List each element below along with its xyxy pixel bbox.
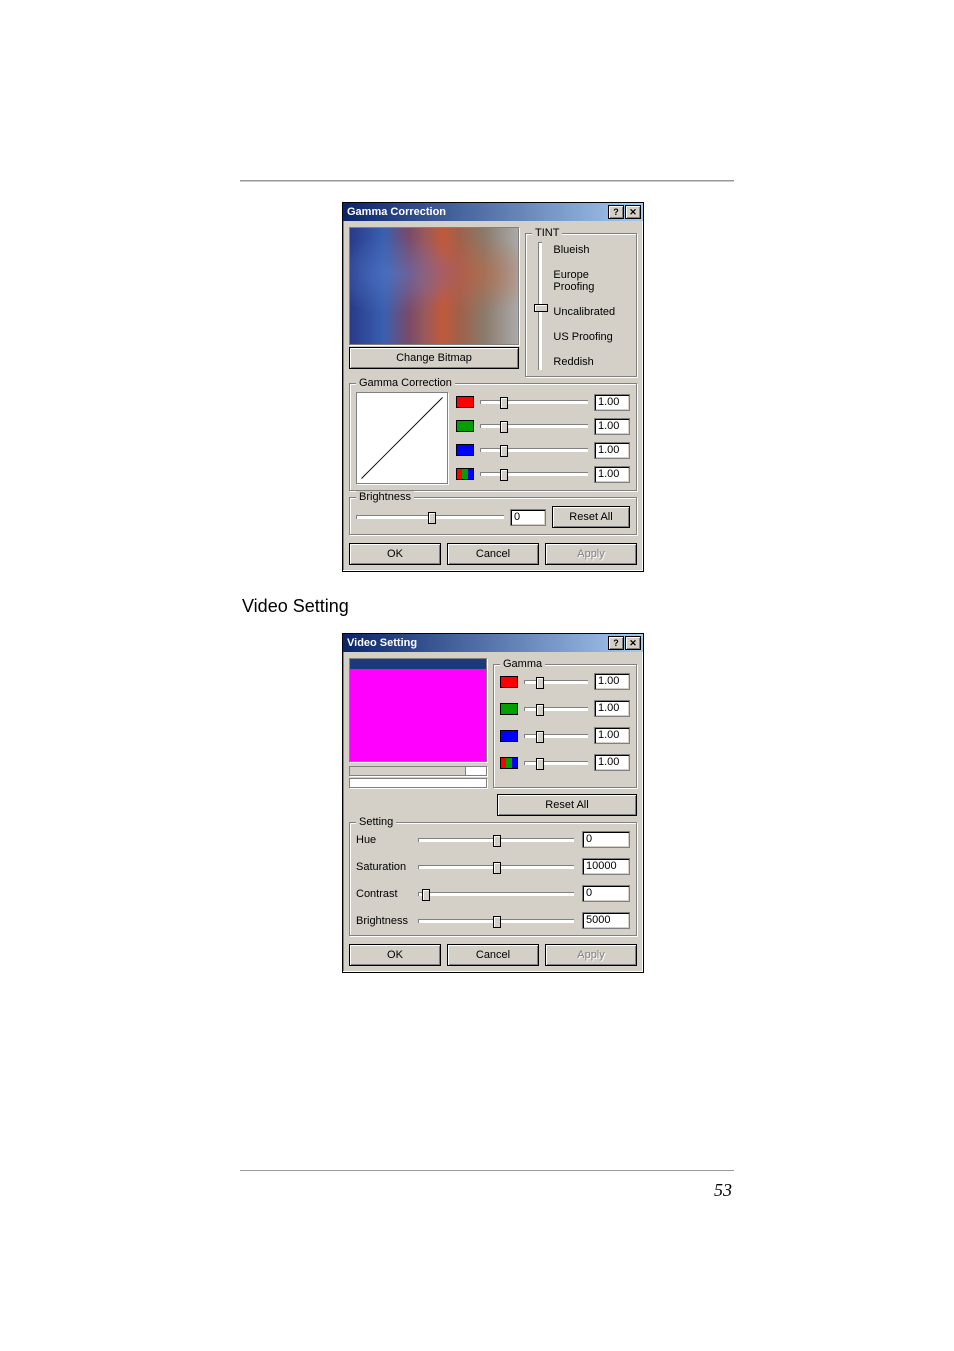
- cancel-button[interactable]: Cancel: [447, 944, 539, 966]
- brightness-value[interactable]: 0: [510, 509, 546, 526]
- bitmap-preview: [349, 227, 519, 345]
- page-divider-top: [240, 180, 734, 182]
- cancel-button[interactable]: Cancel: [447, 543, 539, 565]
- dialog-title: Video Setting: [347, 637, 417, 649]
- green-swatch: [456, 420, 474, 432]
- ok-button[interactable]: OK: [349, 944, 441, 966]
- gamma-correction-dialog: Gamma Correction ? ✕ Change Bitmap TINT: [342, 202, 644, 572]
- tint-option: Reddish: [553, 356, 630, 368]
- all-gamma-slider[interactable]: [524, 755, 588, 771]
- all-gamma-value[interactable]: 1.00: [594, 754, 630, 771]
- apply-button[interactable]: Apply: [545, 944, 637, 966]
- change-bitmap-button[interactable]: Change Bitmap: [349, 347, 519, 369]
- red-gamma-slider[interactable]: [480, 394, 588, 410]
- progress-bar[interactable]: [349, 766, 487, 776]
- dialog-title: Gamma Correction: [347, 206, 446, 218]
- contrast-value[interactable]: 0: [582, 885, 630, 902]
- tint-option: Uncalibrated: [553, 306, 630, 318]
- reset-all-button[interactable]: Reset All: [497, 794, 637, 816]
- blue-swatch: [456, 444, 474, 456]
- gamma-correction-group: Gamma Correction 1.00: [349, 383, 637, 491]
- red-gamma-value[interactable]: 1.00: [594, 394, 630, 411]
- apply-button[interactable]: Apply: [545, 543, 637, 565]
- brightness-value[interactable]: 5000: [582, 912, 630, 929]
- green-gamma-slider[interactable]: [480, 418, 588, 434]
- hue-label: Hue: [356, 834, 410, 846]
- blue-gamma-slider[interactable]: [524, 728, 588, 744]
- contrast-label: Contrast: [356, 888, 410, 900]
- all-gamma-slider[interactable]: [480, 466, 588, 482]
- titlebar[interactable]: Video Setting ? ✕: [343, 634, 643, 652]
- rgb-swatch: [500, 757, 518, 769]
- brightness-group: Brightness 0 Reset All: [349, 497, 637, 535]
- blue-swatch: [500, 730, 518, 742]
- tint-option: Europe Proofing: [553, 269, 630, 293]
- blue-gamma-value[interactable]: 1.00: [594, 727, 630, 744]
- setting-label: Setting: [356, 816, 396, 828]
- blue-gamma-value[interactable]: 1.00: [594, 442, 630, 459]
- video-setting-heading: Video Setting: [242, 596, 954, 617]
- ok-button[interactable]: OK: [349, 543, 441, 565]
- page-number: 53: [714, 1180, 732, 1201]
- blue-gamma-slider[interactable]: [480, 442, 588, 458]
- tint-label: TINT: [532, 227, 562, 239]
- titlebar[interactable]: Gamma Correction ? ✕: [343, 203, 643, 221]
- progress-bar[interactable]: [349, 778, 487, 788]
- setting-group: Setting Hue 0 Saturation 10000 Contrast: [349, 822, 637, 936]
- green-swatch: [500, 703, 518, 715]
- saturation-label: Saturation: [356, 861, 410, 873]
- all-gamma-value[interactable]: 1.00: [594, 466, 630, 483]
- green-gamma-value[interactable]: 1.00: [594, 418, 630, 435]
- gamma-graph: [356, 392, 448, 484]
- green-gamma-value[interactable]: 1.00: [594, 700, 630, 717]
- gamma-label: Gamma: [500, 658, 545, 670]
- help-button[interactable]: ?: [608, 205, 624, 219]
- brightness-slider[interactable]: [418, 913, 574, 929]
- saturation-value[interactable]: 10000: [582, 858, 630, 875]
- green-gamma-slider[interactable]: [524, 701, 588, 717]
- brightness-label: Brightness: [356, 915, 410, 927]
- tint-slider[interactable]: [532, 242, 547, 370]
- rgb-swatch: [456, 468, 474, 480]
- close-button[interactable]: ✕: [625, 205, 641, 219]
- contrast-slider[interactable]: [418, 886, 574, 902]
- hue-slider[interactable]: [418, 832, 574, 848]
- hue-value[interactable]: 0: [582, 831, 630, 848]
- help-button[interactable]: ?: [608, 636, 624, 650]
- page-divider-bottom: [240, 1170, 734, 1171]
- tint-option: Blueish: [553, 244, 630, 256]
- red-swatch: [500, 676, 518, 688]
- brightness-slider[interactable]: [356, 509, 504, 525]
- reset-all-button[interactable]: Reset All: [552, 506, 630, 528]
- close-button[interactable]: ✕: [625, 636, 641, 650]
- video-setting-dialog: Video Setting ? ✕ Gamma: [342, 633, 644, 973]
- gamma-group: Gamma 1.00 1.00: [493, 664, 637, 788]
- red-gamma-slider[interactable]: [524, 674, 588, 690]
- tint-group: TINT Blueish Europe Proofing Uncalibrate…: [525, 233, 637, 377]
- saturation-slider[interactable]: [418, 859, 574, 875]
- video-preview: [349, 658, 487, 762]
- red-swatch: [456, 396, 474, 408]
- tint-option: US Proofing: [553, 331, 630, 343]
- brightness-label: Brightness: [356, 491, 414, 503]
- red-gamma-value[interactable]: 1.00: [594, 673, 630, 690]
- gamma-group-label: Gamma Correction: [356, 377, 455, 389]
